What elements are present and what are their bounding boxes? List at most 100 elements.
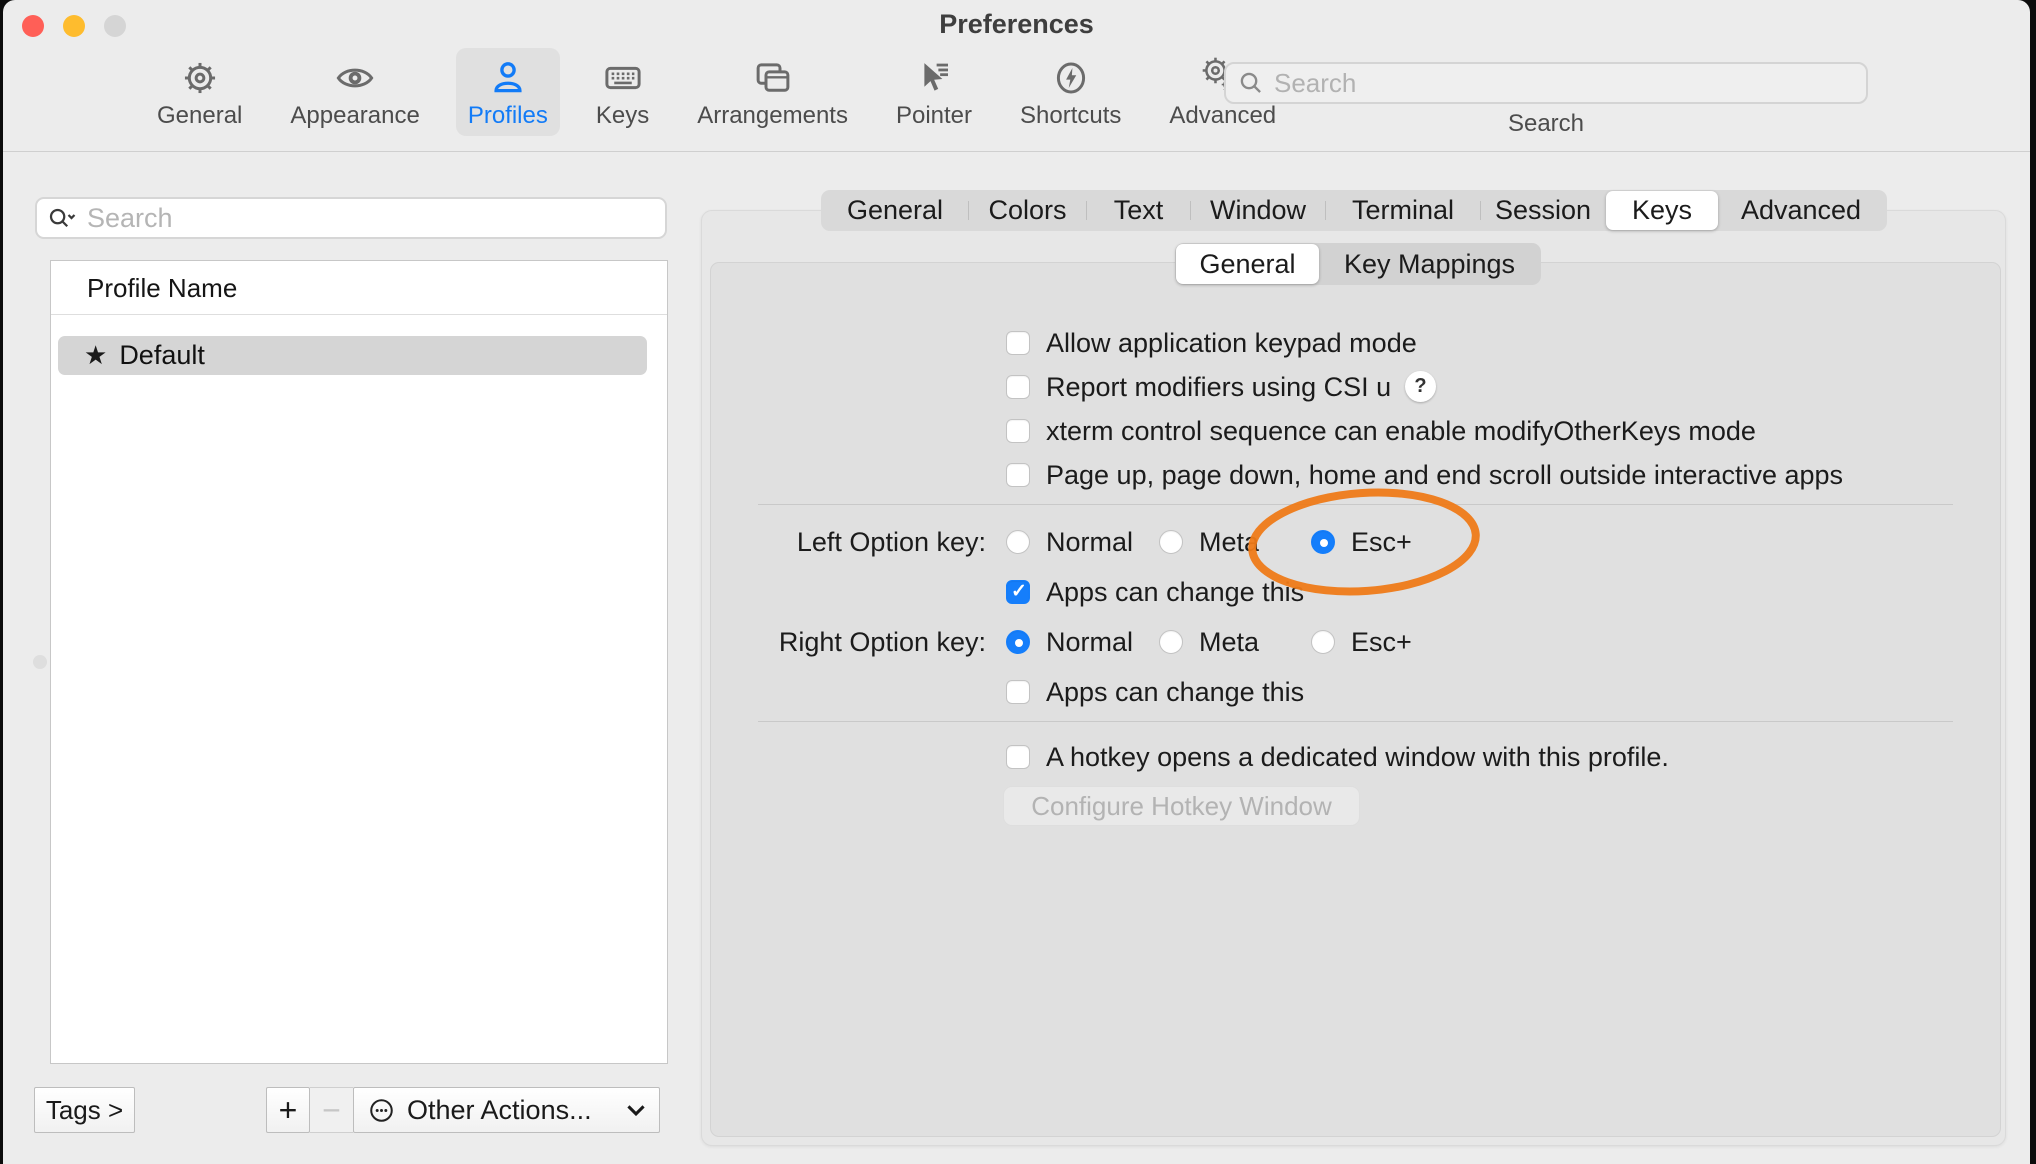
checkbox-label: Report modifiers using CSI u [1046, 372, 1391, 403]
toolbar-item-general[interactable]: General [145, 48, 254, 136]
separator-line [758, 721, 1953, 722]
profile-tab-bar: General Colors Text Window Terminal Sess… [821, 190, 1887, 231]
checkbox-page-scroll[interactable] [1006, 463, 1030, 487]
toolbar-label: Keys [596, 102, 649, 130]
radio-label: Esc+ [1351, 527, 1412, 558]
add-profile-button[interactable]: + [266, 1087, 310, 1133]
checkbox-label: A hotkey opens a dedicated window with t… [1046, 742, 1669, 773]
radio-left-esc[interactable] [1311, 530, 1335, 554]
keys-subtab-bar: General Key Mappings [1175, 243, 1541, 285]
checkbox-row-keypad: Allow application keypad mode [1006, 323, 1417, 363]
tab-advanced[interactable]: Advanced [1719, 191, 1883, 230]
checkbox-row-modifyotherkeys: xterm control sequence can enable modify… [1006, 411, 1756, 451]
right-option-esc: Esc+ [1311, 622, 1412, 662]
keyboard-icon [601, 57, 645, 99]
toolbar-item-keys[interactable]: Keys [584, 48, 661, 136]
right-option-normal: Normal [1006, 622, 1133, 662]
right-option-key-label: Right Option key: [756, 622, 986, 662]
toolbar-search-placeholder: Search [1274, 68, 1356, 99]
left-option-meta: Meta [1159, 522, 1259, 562]
checkbox-label: Page up, page down, home and end scroll … [1046, 460, 1843, 491]
toolbar-item-shortcuts[interactable]: Shortcuts [1008, 48, 1133, 136]
tab-window[interactable]: Window [1191, 191, 1325, 230]
splitter-handle[interactable] [33, 655, 47, 669]
radio-right-meta[interactable] [1159, 630, 1183, 654]
tab-session[interactable]: Session [1481, 191, 1605, 230]
help-button[interactable]: ? [1405, 371, 1436, 402]
profiles-search-input[interactable]: Search [35, 197, 667, 239]
radio-label: Meta [1199, 527, 1259, 558]
configure-hotkey-window-button: Configure Hotkey Window [1003, 786, 1360, 826]
toolbar-item-arrangements[interactable]: Arrangements [685, 48, 860, 136]
checkbox-csi-u[interactable] [1006, 375, 1030, 399]
right-apps-can-change-row: Apps can change this [1006, 672, 1304, 712]
preferences-window: Preferences General Appearance Profiles [3, 0, 2030, 1164]
cursor-icon [912, 57, 956, 99]
checkbox-left-apps-can-change[interactable] [1006, 580, 1030, 604]
radio-label: Esc+ [1351, 627, 1412, 658]
checkbox-keypad-mode[interactable] [1006, 331, 1030, 355]
preferences-toolbar: General Appearance Profiles K [145, 48, 1288, 136]
toolbar-item-pointer[interactable]: Pointer [884, 48, 984, 136]
subtab-key-mappings[interactable]: Key Mappings [1319, 244, 1540, 284]
toolbar-label: Shortcuts [1020, 102, 1121, 130]
subtab-general[interactable]: General [1176, 244, 1319, 284]
radio-right-esc[interactable] [1311, 630, 1335, 654]
profiles-list: Profile Name ★ Default [50, 260, 668, 1064]
tab-colors[interactable]: Colors [969, 191, 1086, 230]
radio-label: Meta [1199, 627, 1259, 658]
toolbar-label: General [157, 102, 242, 130]
profile-row-default[interactable]: ★ Default [58, 336, 647, 375]
tab-general[interactable]: General [822, 191, 968, 230]
toolbar-search-input[interactable]: Search [1224, 62, 1868, 104]
toolbar-label: Profiles [468, 102, 548, 130]
ellipsis-circle-icon [368, 1097, 395, 1124]
other-actions-label: Other Actions... [407, 1095, 615, 1126]
default-star-icon: ★ [84, 340, 107, 371]
left-apps-can-change-row: Apps can change this [1006, 572, 1304, 612]
profile-name: Default [119, 340, 205, 371]
checkbox-hotkey-window[interactable] [1006, 745, 1030, 769]
windows-icon [751, 57, 795, 99]
toolbar-item-profiles[interactable]: Profiles [456, 48, 560, 136]
radio-right-normal[interactable] [1006, 630, 1030, 654]
checkbox-modifyotherkeys[interactable] [1006, 419, 1030, 443]
window-title: Preferences [3, 9, 2030, 40]
radio-left-meta[interactable] [1159, 530, 1183, 554]
toolbar-divider [3, 151, 2030, 152]
checkbox-label: Apps can change this [1046, 577, 1304, 608]
person-icon [486, 57, 530, 99]
toolbar-item-appearance[interactable]: Appearance [278, 48, 431, 136]
profiles-list-header: Profile Name [51, 261, 667, 315]
profile-add-remove-group: + − Other Actions... [266, 1087, 660, 1133]
search-menu-icon [47, 205, 77, 232]
search-icon [1238, 70, 1264, 96]
radio-label: Normal [1046, 627, 1133, 658]
toolbar-label: Arrangements [697, 102, 848, 130]
toolbar-search-label: Search [1224, 110, 1868, 138]
tab-keys[interactable]: Keys [1606, 191, 1718, 230]
radio-label: Normal [1046, 527, 1133, 558]
radio-left-normal[interactable] [1006, 530, 1030, 554]
tab-text[interactable]: Text [1087, 191, 1190, 230]
tags-button[interactable]: Tags > [34, 1087, 135, 1133]
separator-line [758, 504, 1953, 505]
left-option-normal: Normal [1006, 522, 1133, 562]
checkbox-row-page-scroll: Page up, page down, home and end scroll … [1006, 455, 1843, 495]
checkbox-row-csi-u: Report modifiers using CSI u [1006, 367, 1391, 407]
remove-profile-button: − [310, 1087, 353, 1133]
checkbox-right-apps-can-change[interactable] [1006, 680, 1030, 704]
eye-icon [333, 57, 377, 99]
gear-icon [178, 57, 222, 99]
other-actions-dropdown[interactable]: Other Actions... [353, 1087, 660, 1133]
right-option-meta: Meta [1159, 622, 1259, 662]
tab-terminal[interactable]: Terminal [1326, 191, 1480, 230]
left-option-esc: Esc+ [1311, 522, 1412, 562]
left-option-key-label: Left Option key: [756, 522, 986, 562]
checkbox-label: xterm control sequence can enable modify… [1046, 416, 1756, 447]
hotkey-checkbox-row: A hotkey opens a dedicated window with t… [1006, 737, 1669, 777]
screenshot-root: Preferences General Appearance Profiles [0, 0, 2036, 1164]
toolbar-label: Appearance [290, 102, 419, 130]
lightning-icon [1049, 57, 1093, 99]
toolbar-label: Pointer [896, 102, 972, 130]
